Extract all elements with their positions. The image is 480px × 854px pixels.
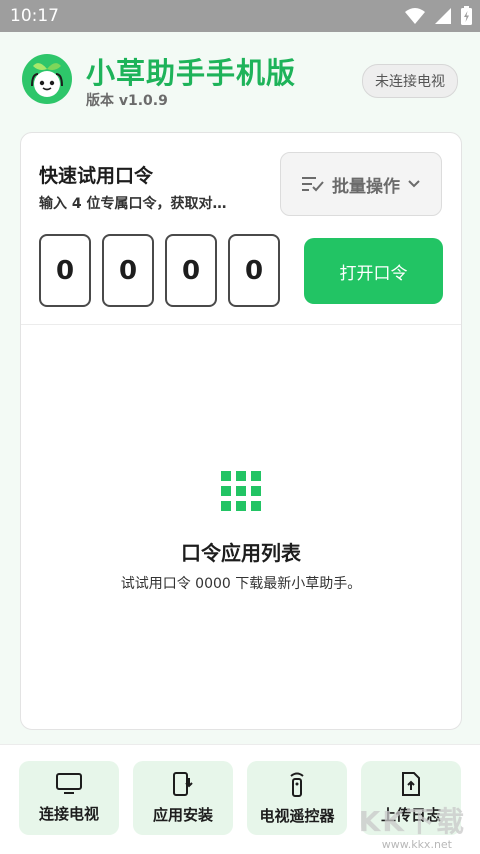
code-digit-input-2[interactable]: 0: [102, 234, 154, 307]
remote-control-icon: [290, 772, 304, 797]
status-time: 10:17: [10, 6, 59, 26]
wifi-icon: [405, 7, 425, 24]
app-logo: [22, 54, 72, 104]
version-number: v1.0.9: [118, 93, 168, 109]
quick-code-subtitle: 输入 4 位专属口令，获取对…: [39, 196, 227, 212]
connect-tv-label: 连接电视: [38, 804, 99, 823]
status-icons: [405, 6, 472, 25]
status-bar: 10:17: [0, 0, 480, 32]
app-version: 版本 v1.0.9: [86, 90, 168, 110]
app-title: 小草助手手机版: [86, 56, 297, 90]
tv-connection-status-button[interactable]: 未连接电视: [362, 64, 458, 98]
batch-operation-label: 批量操作: [332, 176, 400, 197]
tv-remote-button[interactable]: 电视遥控器: [247, 761, 347, 835]
phone-download-icon: [173, 771, 193, 796]
sort-list-icon: [302, 177, 324, 192]
batch-operation-button[interactable]: 批量操作: [280, 152, 442, 216]
version-label: 版本: [86, 93, 114, 109]
sprout-mascot-icon: [25, 57, 69, 101]
code-digit-input-3[interactable]: 0: [165, 234, 217, 307]
app-install-label: 应用安装: [152, 805, 213, 824]
code-list-title: 口令应用列表: [181, 541, 301, 565]
quick-code-card: 快速试用口令 输入 4 位专属口令，获取对… 批量操作 0 0 0 0 打开口令…: [20, 132, 462, 730]
watermark-logo: KK下载: [358, 805, 466, 838]
code-digit-input-1[interactable]: 0: [39, 234, 91, 307]
chevron-down-icon: [408, 180, 420, 188]
tv-remote-label: 电视遥控器: [259, 806, 335, 825]
signal-icon: [435, 7, 451, 24]
upload-file-icon: [402, 771, 420, 796]
quick-code-title: 快速试用口令: [39, 165, 154, 187]
app-header: 小草助手手机版 版本 v1.0.9 未连接电视: [0, 32, 480, 128]
battery-charging-icon: [461, 6, 472, 25]
app-install-button[interactable]: 应用安装: [133, 761, 233, 835]
code-digit-input-4[interactable]: 0: [228, 234, 280, 307]
connect-tv-button[interactable]: 连接电视: [19, 761, 119, 835]
open-code-button[interactable]: 打开口令: [304, 238, 443, 304]
card-divider: [21, 324, 461, 325]
code-list-description: 试试用口令 0000 下载最新小草助手。: [120, 576, 362, 592]
watermark-url: www.kkx.net: [381, 838, 452, 851]
tv-icon: [56, 772, 82, 794]
grid-apps-icon: [221, 471, 261, 511]
